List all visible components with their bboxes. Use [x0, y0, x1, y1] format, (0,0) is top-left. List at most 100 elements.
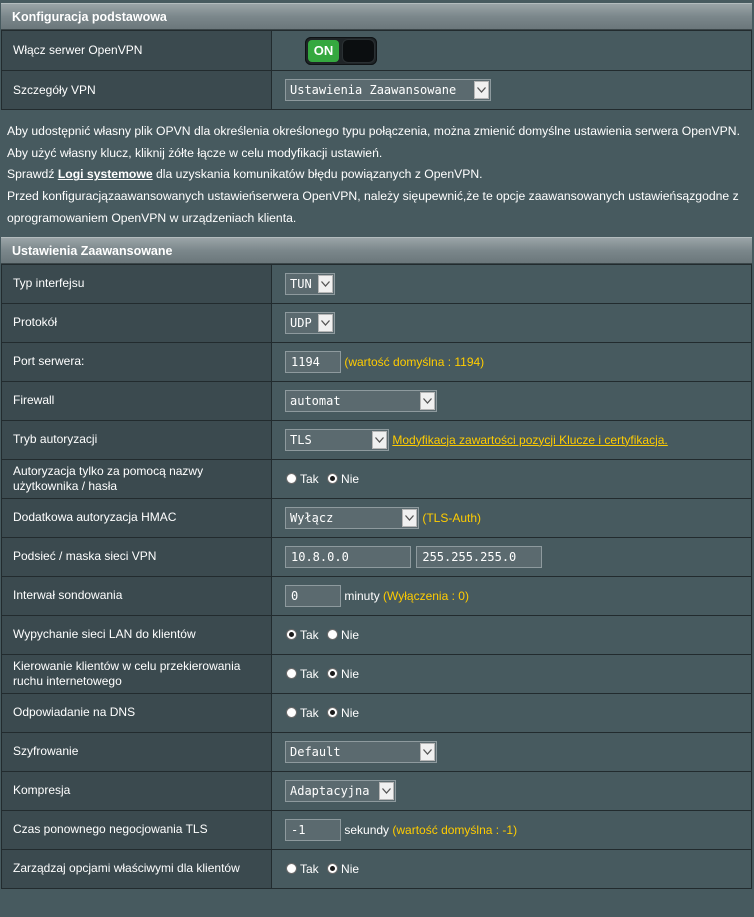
redirect-gateway-no-label: Nie [341, 666, 360, 681]
user-auth-yes-label: Tak [300, 471, 319, 486]
info-line-4: Przed konfiguracjązaawansowanych ustawie… [7, 189, 739, 225]
user-auth-label: Autoryzacja tylko za pomocą nazwy użytko… [1, 458, 272, 499]
tls-reneg-unit: sekundy [344, 822, 390, 837]
server-port-cell: 1194 (wartość domyślna : 1194) [271, 341, 752, 382]
protocol-value: UDP [290, 315, 312, 330]
auth-mode-cell: TLS Modyfikacja zawartości pozycji Klucz… [271, 419, 752, 460]
compression-cell: Adaptacyjna [271, 770, 752, 811]
push-lan-no-radio[interactable] [327, 629, 339, 641]
basic-config-table: Włącz serwer OpenVPN ON Szczegóły VPN Us… [1, 30, 752, 110]
chevron-down-icon [372, 430, 387, 449]
protocol-cell: UDP [271, 302, 752, 343]
push-lan-cell: Tak Nie [271, 614, 752, 655]
poll-interval-input[interactable]: 0 [285, 584, 341, 607]
redirect-gateway-no-radio[interactable] [327, 668, 339, 680]
redirect-gateway-yes-radio[interactable] [286, 668, 297, 680]
firewall-cell: automat [271, 380, 752, 421]
chevron-down-icon [420, 391, 435, 410]
chevron-down-icon [379, 781, 394, 800]
poll-interval-cell: 0 minuty (Wyłączenia : 0) [271, 575, 752, 616]
compression-value: Adaptacyjna [290, 783, 370, 798]
push-lan-yes-label: Tak [300, 627, 319, 642]
info-line-2: Aby użyć własny klucz, kliknij żółte łąc… [7, 145, 383, 160]
vpn-subnet-label: Podsieć / maska sieci VPN [1, 536, 272, 577]
protocol-label: Protokół [1, 302, 272, 343]
info-line-3: Sprawdź Logi systemowe dla uzyskania kom… [7, 164, 741, 186]
info-text-block: Aby udostępnić własny plik OPVN dla okre… [1, 110, 745, 237]
dns-response-no-label: Nie [341, 705, 360, 720]
tls-reneg-label: Czas ponownego negocjowania TLS [1, 809, 272, 850]
user-auth-no-label: Nie [341, 471, 360, 486]
vpn-details-select[interactable]: Ustawienia Zaawansowane [285, 79, 491, 101]
compression-label: Kompresja [1, 770, 272, 811]
info-line-1: Aby udostępnić własny plik OPVN dla okre… [7, 124, 740, 138]
basic-config-header: Konfiguracja podstawowa [1, 3, 752, 30]
info-line-3-post: dla uzyskania komunikatów błędu powiązan… [152, 167, 483, 182]
interface-type-value: TUN [290, 276, 312, 291]
dns-response-label: Odpowiadanie na DNS [1, 692, 272, 733]
hmac-auth-hint: (TLS-Auth) [422, 510, 482, 525]
hmac-auth-label: Dodatkowa autoryzacja HMAC [1, 497, 272, 538]
server-port-label: Port serwera: [1, 341, 272, 382]
push-lan-no-label: Nie [341, 627, 360, 642]
cipher-label: Szyfrowanie [1, 731, 272, 772]
cipher-cell: Default [271, 731, 752, 772]
interface-type-label: Typ interfejsu [1, 263, 272, 304]
hmac-auth-select[interactable]: Wyłącz [285, 506, 419, 529]
redirect-gateway-yes-label: Tak [300, 666, 319, 681]
user-auth-cell: Tak Nie [271, 458, 752, 499]
dns-response-no-radio[interactable] [327, 707, 339, 719]
firewall-label: Firewall [1, 380, 272, 421]
interface-type-select[interactable]: TUN [285, 272, 335, 295]
push-lan-yes-radio[interactable] [286, 629, 297, 641]
chevron-down-icon [402, 508, 417, 527]
chevron-down-icon [474, 81, 489, 99]
client-options-yes-radio[interactable] [286, 863, 297, 875]
tls-reneg-cell: -1 sekundy (wartość domyślna : -1) [271, 809, 752, 850]
dns-response-yes-radio[interactable] [286, 707, 297, 719]
chevron-down-icon [318, 313, 333, 332]
cipher-select[interactable]: Default [285, 740, 437, 763]
firewall-value: automat [290, 393, 341, 408]
tls-reneg-input[interactable]: -1 [285, 818, 341, 841]
client-options-label: Zarządzaj opcjami właściwymi dla klientó… [1, 848, 272, 889]
dns-response-yes-label: Tak [300, 705, 319, 720]
interface-type-cell: TUN [271, 263, 752, 304]
system-log-link[interactable]: Logi systemowe [58, 167, 153, 181]
enable-server-label: Włącz serwer OpenVPN [1, 30, 272, 71]
redirect-gateway-label: Kierowanie klientów w celu przekierowani… [1, 653, 272, 694]
vpn-details-cell: Ustawienia Zaawansowane [271, 70, 752, 110]
dns-response-cell: Tak Nie [271, 692, 752, 733]
cipher-value: Default [290, 744, 341, 759]
auth-mode-select[interactable]: TLS [285, 428, 389, 451]
keys-certificates-link[interactable]: Modyfikacja zawartości pozycji Klucze i … [392, 433, 667, 447]
firewall-select[interactable]: automat [285, 389, 437, 412]
poll-interval-hint: (Wyłączenia : 0) [383, 588, 469, 603]
chevron-down-icon [420, 742, 435, 761]
protocol-select[interactable]: UDP [285, 311, 335, 334]
enable-server-toggle[interactable]: ON [305, 36, 377, 65]
hmac-auth-value: Wyłącz [290, 510, 334, 525]
user-auth-no-radio[interactable] [327, 473, 339, 485]
vpn-details-label: Szczegóły VPN [1, 70, 272, 110]
poll-interval-unit: minuty [344, 588, 380, 603]
poll-interval-label: Interwał sondowania [1, 575, 272, 616]
client-options-no-label: Nie [341, 861, 360, 876]
toggle-knob [342, 38, 375, 63]
compression-select[interactable]: Adaptacyjna [285, 779, 396, 802]
user-auth-yes-radio[interactable] [286, 473, 297, 485]
server-port-hint: (wartość domyślna : 1194) [344, 354, 485, 369]
auth-mode-label: Tryb autoryzacji [1, 419, 272, 460]
redirect-gateway-cell: Tak Nie [271, 653, 752, 694]
hmac-auth-cell: Wyłącz (TLS-Auth) [271, 497, 752, 538]
vpn-subnet-cell: 10.8.0.0 255.255.255.0 [271, 536, 752, 577]
push-lan-label: Wypychanie sieci LAN do klientów [1, 614, 272, 655]
vpn-netmask-input[interactable]: 255.255.255.0 [416, 545, 543, 568]
chevron-down-icon [318, 274, 333, 293]
advanced-settings-header: Ustawienia Zaawansowane [1, 236, 752, 264]
vpn-network-input[interactable]: 10.8.0.0 [285, 545, 411, 568]
client-options-no-radio[interactable] [327, 863, 339, 875]
client-options-cell: Tak Nie [271, 848, 752, 889]
enable-server-cell: ON [271, 30, 752, 71]
server-port-input[interactable]: 1194 [285, 350, 341, 373]
